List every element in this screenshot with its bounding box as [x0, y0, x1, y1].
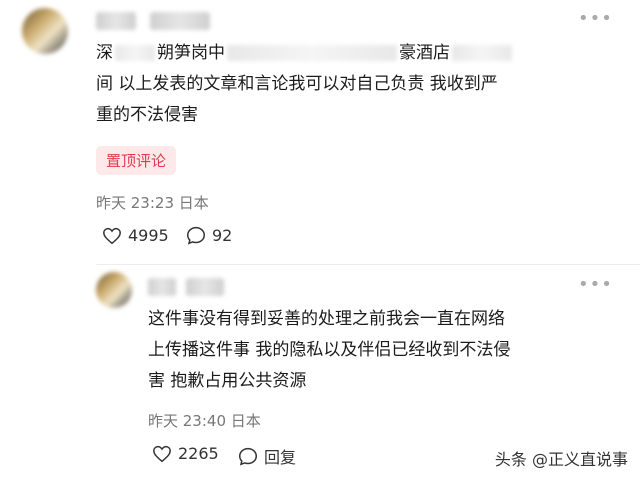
like-button[interactable]: 4995	[102, 226, 169, 245]
comment-time: 昨天 23:23	[96, 194, 174, 212]
comment-meta: 昨天 23:40 日本	[148, 410, 261, 431]
more-options-icon[interactable]: •••	[578, 274, 613, 295]
username-redacted	[186, 278, 224, 296]
comment-location: 日本	[178, 194, 209, 212]
comment-icon	[186, 226, 206, 245]
username-redacted	[150, 12, 210, 30]
like-button[interactable]: 2265	[152, 444, 219, 463]
like-count: 4995	[128, 226, 169, 245]
comment-line: 这件事没有得到妥善的处理之前我会一直在网络	[148, 309, 505, 329]
reply-button[interactable]: 回复	[238, 444, 296, 468]
comment-line: 间 以上发表的文章和言论我可以对自己负责 我收到严	[96, 74, 498, 94]
comment-text-fragment: 深	[96, 43, 113, 63]
avatar[interactable]	[96, 272, 132, 308]
divider	[96, 264, 640, 265]
comment-location: 日本	[230, 412, 261, 430]
redaction	[115, 45, 155, 61]
redaction	[452, 45, 512, 61]
comment-body: 深 朔笋岗中 豪酒店 间 以上发表的文章和言论我可以对自己负责 我收到严 重的不法侵…	[96, 38, 616, 131]
reply-count: 92	[212, 226, 233, 245]
username-redacted[interactable]	[148, 278, 176, 296]
comment-body: 这件事没有得到妥善的处理之前我会一直在网络 上传播这件事 我的隐私以及伴侣已经收…	[148, 304, 618, 397]
comment-text-fragment: 豪酒店	[399, 43, 450, 63]
comment-icon	[238, 447, 258, 466]
comment-line: 上传播这件事 我的隐私以及伴侣已经收到不法侵	[148, 340, 511, 360]
comment-meta: 昨天 23:23 日本	[96, 192, 209, 213]
like-count: 2265	[178, 444, 219, 463]
reply-label: 回复	[264, 448, 297, 467]
comment-text-fragment: 朔笋岗中	[157, 43, 225, 63]
avatar[interactable]	[22, 8, 68, 54]
more-options-icon[interactable]: •••	[578, 8, 613, 29]
heart-icon	[103, 227, 121, 244]
heart-icon	[153, 445, 171, 462]
pinned-badge: 置顶评论	[96, 146, 177, 175]
watermark: 头条 @正义直说事	[494, 450, 628, 469]
comment-time: 昨天 23:40	[148, 412, 226, 430]
redaction	[227, 45, 397, 61]
reply-button[interactable]: 92	[186, 226, 232, 245]
comment-line: 害 抱歉占用公共资源	[148, 371, 307, 391]
username-redacted[interactable]	[96, 12, 136, 30]
comment-line: 重的不法侵害	[96, 105, 198, 125]
